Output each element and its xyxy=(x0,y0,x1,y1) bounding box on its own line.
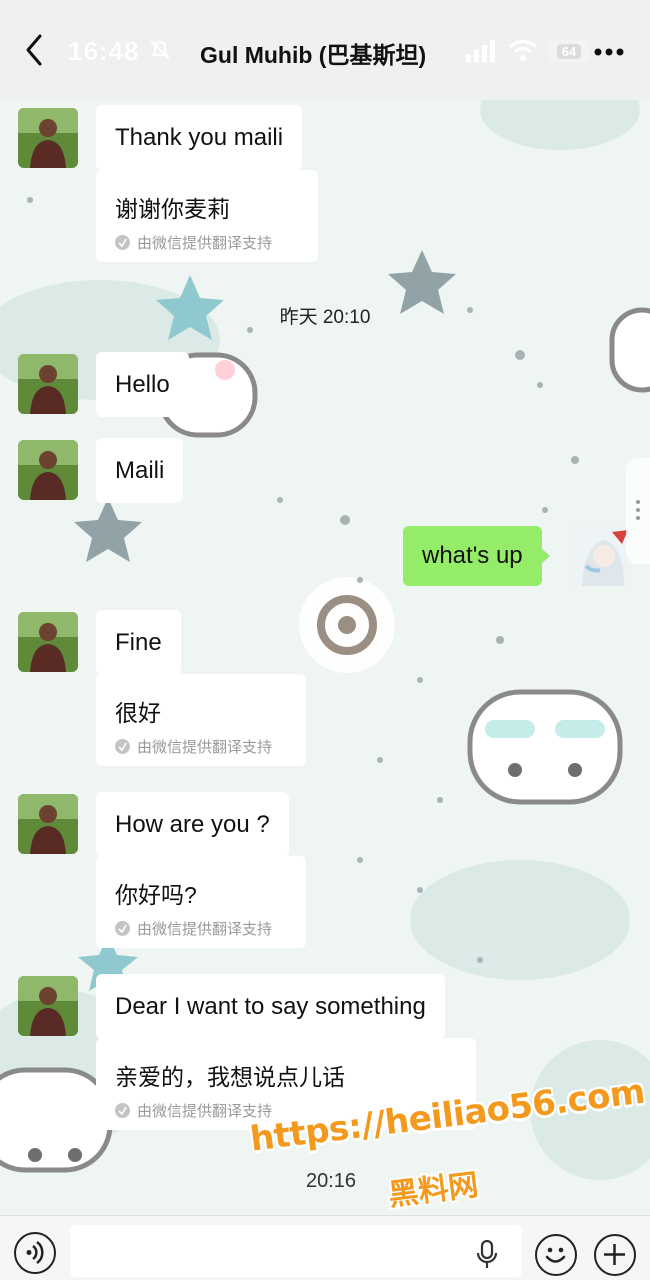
contact-avatar[interactable] xyxy=(18,794,78,854)
translation-text: 谢谢你麦莉 xyxy=(115,196,230,222)
mute-bell-icon xyxy=(148,38,172,67)
message-bubble[interactable]: Thank you maili xyxy=(96,105,303,170)
microphone-icon[interactable] xyxy=(476,1239,498,1275)
voice-icon xyxy=(26,1240,44,1265)
my-message-bubble[interactable]: what's up xyxy=(403,526,550,586)
contact-avatar[interactable] xyxy=(18,440,78,500)
more-dots-icon xyxy=(594,48,624,56)
chat-title: Gul Muhib (巴基斯坦) xyxy=(200,42,427,68)
emoji-button[interactable] xyxy=(535,1234,577,1276)
swirl-flower-decoration xyxy=(299,577,395,673)
translation-text: 你好吗? xyxy=(115,882,197,908)
check-icon xyxy=(115,921,130,936)
translation-source: 由微信提供翻译支持 xyxy=(115,232,299,253)
plus-icon xyxy=(604,1244,625,1265)
message-bubble[interactable]: Hello xyxy=(96,352,189,417)
check-icon xyxy=(115,1103,130,1118)
translation-card[interactable]: 谢谢你麦莉 由微信提供翻译支持 xyxy=(96,170,318,262)
chat-header: 16:48 Gul Muhib (巴基斯坦) 64 xyxy=(0,0,650,100)
back-button[interactable] xyxy=(16,30,52,70)
translation-source-label: 由微信提供翻译支持 xyxy=(137,235,273,252)
contact-avatar[interactable] xyxy=(18,612,78,672)
message-text: Hello xyxy=(115,370,170,398)
timestamp: 昨天 20:10 xyxy=(279,307,371,328)
emoji-icon xyxy=(545,1247,566,1263)
message-text: Dear I want to say something xyxy=(115,992,426,1020)
translation-source: 由微信提供翻译支持 xyxy=(115,736,287,757)
plus-button[interactable] xyxy=(594,1234,636,1276)
contact-avatar[interactable] xyxy=(18,354,78,414)
my-avatar[interactable] xyxy=(572,526,632,586)
status-time: 16:48 xyxy=(68,36,140,66)
translation-source-label: 由微信提供翻译支持 xyxy=(137,739,273,756)
translation-source-label: 由微信提供翻译支持 xyxy=(137,1103,273,1120)
message-text: How are you ? xyxy=(115,810,270,838)
message-bubble[interactable]: Dear I want to say something xyxy=(96,974,445,1039)
contact-avatar[interactable] xyxy=(18,976,78,1036)
translation-source-label: 由微信提供翻译支持 xyxy=(137,921,273,938)
signal-icon xyxy=(466,40,498,67)
message-bubble[interactable]: Maili xyxy=(96,438,184,503)
translation-text: 亲爱的，我想说点儿话 xyxy=(115,1064,345,1090)
check-icon xyxy=(115,235,130,250)
message-bubble[interactable]: How are you ? xyxy=(96,792,289,857)
message-text: Thank you maili xyxy=(115,123,284,151)
translation-text: 很好 xyxy=(115,700,161,726)
wifi-icon xyxy=(508,38,538,67)
message-bubble[interactable]: Fine xyxy=(96,610,181,675)
timestamp: 20:16 xyxy=(306,1170,357,1192)
voice-button[interactable] xyxy=(14,1232,56,1274)
chevron-left-icon xyxy=(26,34,42,66)
contact-avatar[interactable] xyxy=(18,108,78,168)
message-text: Fine xyxy=(115,628,162,656)
side-drag-handle[interactable] xyxy=(626,458,650,564)
more-button[interactable] xyxy=(594,44,624,56)
translation-card[interactable]: 很好 由微信提供翻译支持 xyxy=(96,674,306,766)
battery-level: 64 xyxy=(556,43,582,59)
battery-indicator: 64 xyxy=(548,40,590,62)
message-text: Maili xyxy=(115,456,165,484)
message-input[interactable] xyxy=(70,1225,522,1277)
check-icon xyxy=(115,739,130,754)
translation-card[interactable]: 你好吗? 由微信提供翻译支持 xyxy=(96,856,306,948)
translation-source: 由微信提供翻译支持 xyxy=(115,918,287,939)
